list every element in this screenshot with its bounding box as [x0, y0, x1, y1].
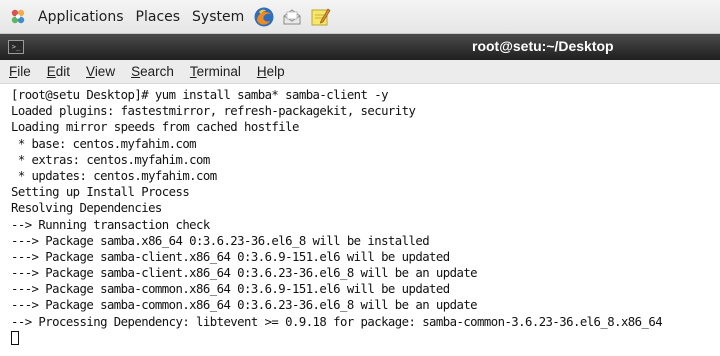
terminal-line: * extras: centos.myfahim.com [11, 152, 210, 167]
window-titlebar[interactable]: >_ root@setu:~/Desktop [0, 34, 720, 60]
applications-icon[interactable] [8, 7, 28, 27]
terminal-line: Resolving Dependencies [11, 201, 162, 216]
terminal-cursor [11, 330, 19, 345]
mail-icon[interactable] [281, 6, 303, 28]
firefox-icon[interactable] [253, 6, 275, 28]
panel-menu-applications[interactable]: Applications [32, 3, 130, 31]
terminal-line: --> Processing Dependency: libtevent >= … [11, 314, 663, 329]
menu-file[interactable]: File [0, 64, 38, 79]
window-title: root@setu:~/Desktop [472, 38, 614, 54]
terminal-line: ---> Package samba-common.x86_64 0:3.6.9… [11, 282, 450, 297]
terminal-line: * updates: centos.myfahim.com [11, 168, 217, 183]
terminal-line: --> Running transaction check [11, 217, 210, 232]
terminal-line: [root@setu Desktop]# yum install samba* … [11, 88, 388, 102]
menu-edit[interactable]: Edit [38, 64, 77, 79]
terminal-line: Setting up Install Process [11, 185, 190, 200]
top-panel: Applications Places System [0, 0, 720, 34]
terminal-line: ---> Package samba-common.x86_64 0:3.6.2… [11, 298, 478, 313]
terminal-line: * base: centos.myfahim.com [11, 136, 197, 151]
menu-view[interactable]: View [77, 64, 122, 79]
notes-icon[interactable] [309, 6, 331, 28]
menu-help[interactable]: Help [248, 64, 292, 79]
terminal-line: Loaded plugins: fastestmirror, refresh-p… [11, 104, 416, 119]
panel-menus: Applications Places System [0, 3, 334, 31]
menu-terminal[interactable]: Terminal [181, 64, 248, 79]
menu-search[interactable]: Search [122, 64, 181, 79]
terminal-line: ---> Package samba.x86_64 0:3.6.23-36.el… [11, 233, 430, 248]
terminal-icon: >_ [8, 40, 24, 54]
terminal-menubar: File Edit View Search Terminal Help [0, 60, 720, 84]
terminal-line: ---> Package samba-client.x86_64 0:3.6.9… [11, 249, 450, 264]
terminal-output[interactable]: [root@setu Desktop]# yum install samba* … [0, 84, 720, 356]
panel-menu-places[interactable]: Places [130, 3, 187, 31]
terminal-line: Loading mirror speeds from cached hostfi… [11, 120, 299, 135]
terminal-line: ---> Package samba-client.x86_64 0:3.6.2… [11, 266, 478, 281]
panel-menu-system[interactable]: System [186, 3, 250, 31]
